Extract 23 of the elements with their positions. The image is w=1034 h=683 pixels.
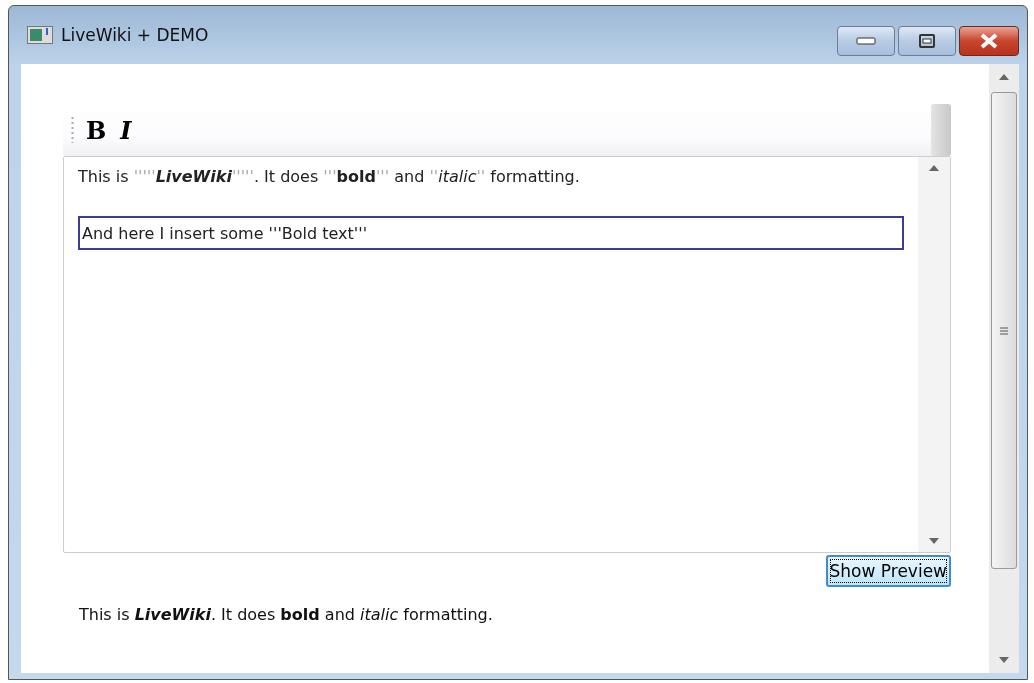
input-field[interactable]: And here I insert some '''Bold text''': [78, 216, 904, 250]
italic-button[interactable]: I: [118, 115, 134, 145]
preview-text: This is LiveWiki. It does bold and italic formatting.: [79, 605, 494, 624]
scroll-up-icon[interactable]: [999, 74, 1009, 80]
window-icon: [27, 26, 53, 44]
window-scrollbar[interactable]: [989, 64, 1019, 673]
scroll-up-icon[interactable]: [929, 165, 939, 171]
scrollbar-thumb[interactable]: [991, 92, 1017, 569]
editor-scrollbar[interactable]: [918, 157, 950, 552]
scroll-down-icon[interactable]: [999, 657, 1009, 663]
close-icon: [979, 33, 999, 49]
grip-icon: [999, 326, 1009, 335]
minimize-button[interactable]: [837, 26, 895, 56]
window-title: LiveWiki + DEMO: [61, 25, 210, 45]
bold-button[interactable]: B: [84, 115, 109, 145]
close-button[interactable]: [959, 26, 1019, 56]
editor-text: This is '''''LiveWiki'''''. It does '''bold''' and ''italic'' formatting.: [78, 167, 581, 186]
maximize-icon: [919, 34, 935, 48]
minimize-icon: [856, 37, 876, 45]
show-preview-button[interactable]: Show Preview: [825, 555, 951, 587]
grip-icon[interactable]: [71, 115, 74, 145]
scroll-down-icon[interactable]: [929, 538, 939, 544]
maximize-button[interactable]: [898, 26, 956, 56]
